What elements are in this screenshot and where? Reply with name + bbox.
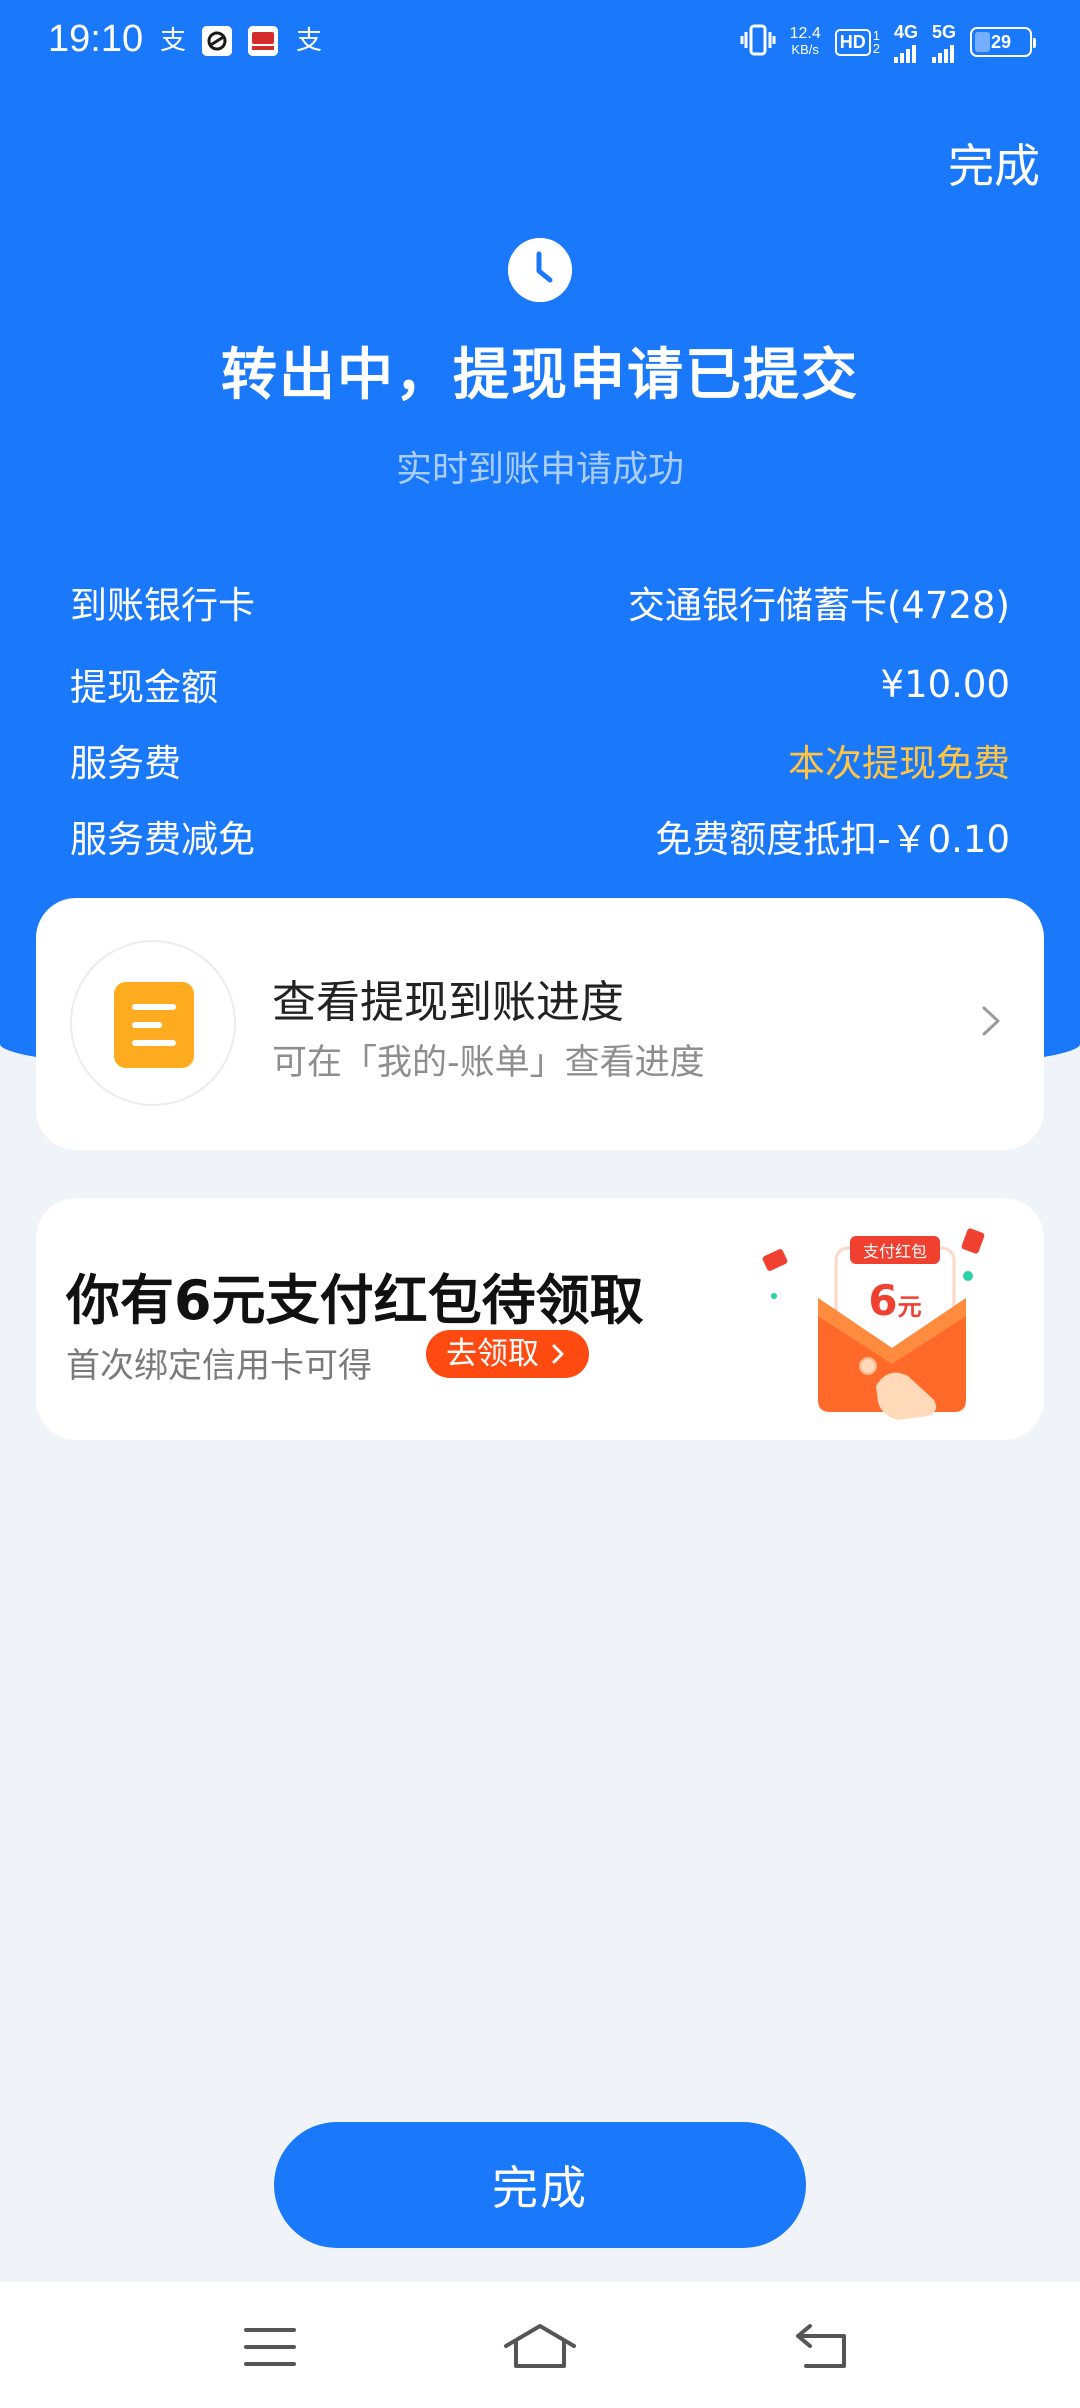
- network-type-2: 5G: [931, 21, 956, 42]
- network-speed-value: 12.4: [789, 25, 821, 42]
- battery-icon: 29: [970, 27, 1036, 57]
- detail-label: 服务费减免: [70, 818, 255, 861]
- red-envelope-icon: 支付红包 6元: [758, 1216, 998, 1426]
- battery-percent: 29: [990, 31, 1012, 52]
- alipay-icon: 支: [295, 26, 322, 56]
- bank-app-icon: [248, 26, 278, 56]
- progress-card-title: 查看提现到账进度: [272, 977, 624, 1028]
- chevron-right-icon: [968, 998, 1014, 1044]
- sim2-index: 2: [872, 40, 880, 56]
- network-speed: 12.4 KB/s: [790, 26, 821, 58]
- status-title: 转出中，提现申请已提交: [221, 343, 859, 408]
- detail-value-free: 本次提现免费: [788, 742, 1010, 785]
- claim-button[interactable]: 去领取: [426, 1330, 589, 1378]
- done-button[interactable]: 完成: [274, 2122, 806, 2248]
- detail-row-fee-waiver: 服务费减免 免费额度抵扣-￥0.10: [70, 806, 1010, 866]
- promo-title: 你有6元支付红包待领取: [66, 1269, 644, 1332]
- status-bar: 19:10 支 支 12.4 KB/s HD 1 2 4G 5G 29: [0, 0, 1080, 84]
- claim-button-label: 去领取: [446, 1336, 539, 1372]
- system-nav-bar: [0, 2282, 1080, 2408]
- detail-value: 免费额度抵扣-￥0.10: [655, 818, 1010, 861]
- chevron-right-icon: [552, 1344, 564, 1364]
- alipay-icon: 支: [159, 26, 186, 56]
- status-subtitle: 实时到账申请成功: [395, 449, 684, 490]
- envelope-amount-unit: 元: [897, 1293, 922, 1321]
- menu-icon[interactable]: [240, 2322, 300, 2372]
- detail-label: 到账银行卡: [70, 584, 255, 627]
- hd-badge: HD: [834, 28, 871, 56]
- detail-row-service-fee: 服务费 本次提现免费: [70, 730, 1010, 790]
- network-speed-unit: KB/s: [791, 42, 819, 57]
- status-time: 19:10: [48, 18, 144, 60]
- top-done-button[interactable]: 完成: [948, 130, 1040, 196]
- hd-voice-indicator: HD 1 2: [834, 27, 880, 56]
- signal-icon: 5G: [931, 21, 956, 63]
- signal-icon: 4G: [893, 21, 918, 63]
- back-icon[interactable]: [792, 2322, 852, 2372]
- envelope-label: 支付红包: [862, 1242, 927, 1261]
- vibrate-icon: [740, 24, 776, 61]
- detail-label: 服务费: [70, 742, 181, 785]
- status-indicators: 12.4 KB/s HD 1 2 4G 5G 29: [740, 20, 1036, 64]
- network-type-1: 4G: [893, 21, 918, 42]
- sim1-index: 1: [872, 27, 880, 43]
- envelope-amount-value: 6: [868, 1276, 898, 1325]
- clock-icon: [508, 238, 572, 302]
- bill-icon-badge: [70, 940, 236, 1106]
- detail-row-bank-card: 到账银行卡 交通银行储蓄卡(4728): [70, 572, 1010, 632]
- detail-label: 提现金额: [70, 666, 218, 709]
- progress-card-subtitle: 可在「我的-账单」查看进度: [272, 1043, 705, 1083]
- home-icon[interactable]: [502, 2322, 578, 2372]
- detail-value: 交通银行储蓄卡(4728): [627, 584, 1010, 627]
- promo-subtitle: 首次绑定信用卡可得: [66, 1346, 372, 1386]
- wallet-app-icon: [202, 26, 232, 56]
- withdrawal-progress-card[interactable]: 查看提现到账进度 可在「我的-账单」查看进度: [36, 898, 1044, 1150]
- envelope-amount: 6元: [836, 1276, 954, 1325]
- detail-value: ¥10.00: [880, 662, 1010, 706]
- detail-row-amount: 提现金额 ¥10.00: [70, 654, 1010, 714]
- red-envelope-promo-card[interactable]: 你有6元支付红包待领取 首次绑定信用卡可得 去领取 支付红包 6元: [36, 1198, 1044, 1440]
- bill-document-icon: [114, 982, 194, 1068]
